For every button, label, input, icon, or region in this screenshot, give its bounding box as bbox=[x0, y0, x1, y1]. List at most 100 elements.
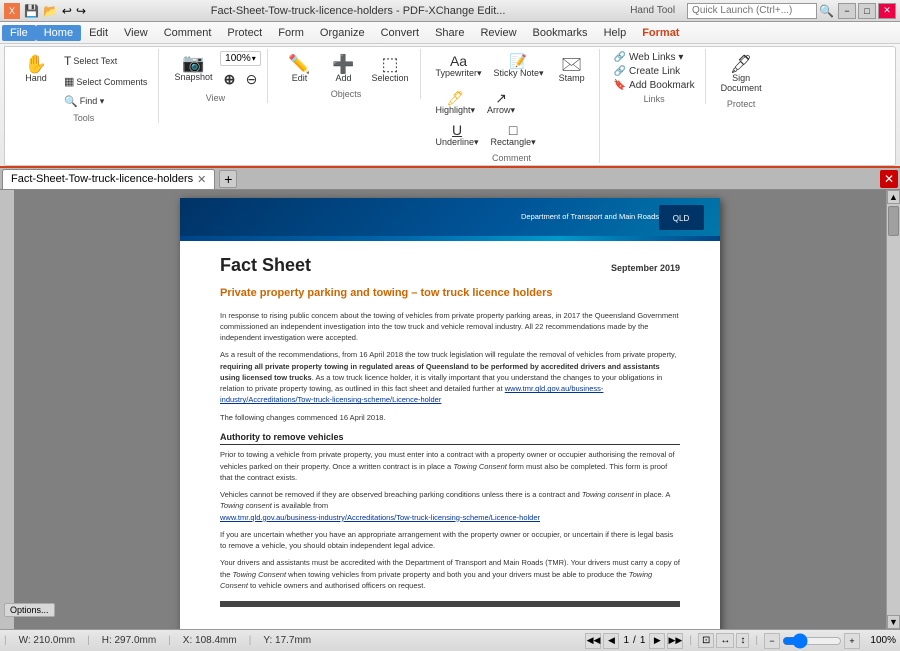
add-label: Add bbox=[335, 73, 351, 83]
new-tab-button[interactable]: + bbox=[219, 170, 237, 188]
pdf-para5c-text: in place. A bbox=[634, 490, 670, 499]
menu-bookmarks[interactable]: Bookmarks bbox=[525, 25, 596, 41]
doc-tab[interactable]: Fact-Sheet-Tow-truck-licence-holders ✕ bbox=[2, 169, 215, 189]
ribbon-group-tools: ✋ Hand T Select Text ▦ Select Comments 🔍… bbox=[9, 49, 159, 123]
doc-tab-close-button[interactable]: ✕ bbox=[197, 173, 206, 186]
page-navigation: ◀◀ ◀ 1 / 1 ▶ ▶▶ | ⊡ ↔ ↕ | − + 100% bbox=[585, 633, 896, 649]
hand-tool-button[interactable]: ✋ Hand bbox=[15, 51, 57, 111]
save-icon[interactable]: 💾 bbox=[24, 4, 39, 18]
snapshot-button[interactable]: 📷 Snapshot bbox=[169, 51, 217, 91]
status-bar: Options... | W: 210.0mm | H: 297.0mm | X… bbox=[0, 629, 900, 651]
menu-home[interactable]: Home bbox=[36, 25, 81, 41]
zoom-in-ribbon-button[interactable]: ⊕ bbox=[219, 68, 239, 91]
sign-document-label: SignDocument bbox=[721, 73, 762, 93]
highlight-button[interactable]: 🖊 Highlight▾ bbox=[431, 88, 481, 119]
scroll-thumb[interactable] bbox=[888, 206, 899, 236]
web-links-button[interactable]: 🔗 Web Links ▾ bbox=[610, 51, 699, 64]
zoom-out-button[interactable]: − bbox=[764, 633, 780, 649]
edit-icon: ✏️ bbox=[288, 55, 310, 73]
menu-organize[interactable]: Organize bbox=[312, 25, 373, 41]
title-bar: X 💾 📂 ↩ ↪ Fact-Sheet-Tow-truck-licence-h… bbox=[0, 0, 900, 22]
arrow-button[interactable]: ↗ Arrow▾ bbox=[482, 88, 520, 119]
undo-icon[interactable]: ↩ bbox=[62, 4, 72, 18]
pdf-section1-title: Authority to remove vehicles bbox=[220, 431, 680, 446]
nav-first-button[interactable]: ◀◀ bbox=[585, 633, 601, 649]
zoom-in-button[interactable]: + bbox=[844, 633, 860, 649]
window-title: Fact-Sheet-Tow-truck-licence-holders - P… bbox=[86, 5, 630, 17]
redo-icon[interactable]: ↪ bbox=[76, 4, 86, 18]
scroll-up-button[interactable]: ▲ bbox=[887, 190, 900, 204]
add-button[interactable]: ➕ Add bbox=[322, 51, 364, 87]
ribbon-group-protect: 🖋 SignDocument Protect bbox=[710, 49, 773, 109]
menu-file[interactable]: File bbox=[2, 25, 36, 41]
sticky-note-button[interactable]: 📝 Sticky Note▾ bbox=[489, 51, 549, 87]
comment-buttons: Aa Typewriter▾ 📝 Sticky Note▾ 🖂 Stamp 🖊 bbox=[431, 51, 593, 151]
fit-width-icon[interactable]: ↔ bbox=[716, 633, 734, 648]
window-controls: − □ ✕ bbox=[838, 3, 896, 19]
menu-protect[interactable]: Protect bbox=[219, 25, 270, 41]
nav-next-button[interactable]: ▶ bbox=[649, 633, 665, 649]
height-status: H: 297.0mm bbox=[98, 634, 160, 647]
search-icon[interactable]: 🔍 bbox=[819, 4, 834, 18]
scrollbar-right[interactable]: ▲ ▼ bbox=[886, 190, 900, 629]
menu-edit[interactable]: Edit bbox=[81, 25, 116, 41]
app-icon: X bbox=[4, 3, 20, 19]
pdf-link2[interactable]: www.tmr.qld.gov.au/business-industry/Acc… bbox=[220, 513, 540, 522]
pdf-para5: Vehicles cannot be removed if they are o… bbox=[220, 489, 680, 523]
select-comments-button[interactable]: ▦ Select Comments bbox=[59, 72, 152, 91]
find-button[interactable]: 🔍 Find ▾ bbox=[59, 92, 152, 111]
open-icon[interactable]: 📂 bbox=[43, 4, 58, 18]
scroll-track[interactable] bbox=[887, 204, 900, 615]
typewriter-button[interactable]: Aa Typewriter▾ bbox=[431, 51, 487, 87]
quick-launch-input[interactable] bbox=[692, 5, 812, 16]
menu-review[interactable]: Review bbox=[472, 25, 524, 41]
add-bookmark-button[interactable]: 🔖 Add Bookmark bbox=[610, 79, 699, 92]
menu-form[interactable]: Form bbox=[270, 25, 312, 41]
create-link-icon: 🔗 bbox=[614, 66, 626, 77]
menu-format[interactable]: Format bbox=[634, 25, 687, 41]
menu-view[interactable]: View bbox=[116, 25, 156, 41]
snapshot-label: Snapshot bbox=[174, 72, 212, 82]
pdf-viewport[interactable]: Department of Transport and Main Roads Q… bbox=[14, 190, 886, 629]
pdf-para2-text: As a result of the recommendations, from… bbox=[220, 350, 676, 359]
pdf-para2: As a result of the recommendations, from… bbox=[220, 349, 680, 405]
highlight-icon: 🖊 bbox=[446, 91, 464, 105]
tools-buttons: ✋ Hand T Select Text ▦ Select Comments 🔍… bbox=[15, 51, 152, 111]
sign-document-icon: 🖋 bbox=[730, 55, 753, 73]
sign-document-button[interactable]: 🖋 SignDocument bbox=[716, 51, 767, 97]
stamp-button[interactable]: 🖂 Stamp bbox=[551, 51, 593, 87]
pdf-fact-sheet-title: Fact Sheet bbox=[220, 253, 311, 278]
options-button[interactable]: Options... bbox=[4, 603, 55, 617]
minimize-button[interactable]: − bbox=[838, 3, 856, 19]
close-button[interactable]: ✕ bbox=[878, 3, 896, 19]
maximize-button[interactable]: □ bbox=[858, 3, 876, 19]
nav-last-button[interactable]: ▶▶ bbox=[667, 633, 683, 649]
pdf-para7c-text: when towing vehicles from private proper… bbox=[286, 570, 629, 579]
objects-buttons: ✏️ Edit ➕ Add ⬚ Selection bbox=[278, 51, 413, 87]
zoom-slider[interactable] bbox=[782, 635, 842, 647]
fit-height-icon[interactable]: ↕ bbox=[736, 633, 749, 648]
scroll-down-button[interactable]: ▼ bbox=[887, 615, 900, 629]
zoom-out-icon: ⊖ bbox=[246, 71, 258, 88]
ribbon-group-links: 🔗 Web Links ▾ 🔗 Create Link 🔖 Add Bookma… bbox=[604, 49, 706, 104]
menu-help[interactable]: Help bbox=[596, 25, 635, 41]
underline-button[interactable]: U Underline▾ bbox=[431, 120, 484, 151]
create-link-button[interactable]: 🔗 Create Link bbox=[610, 65, 699, 78]
select-text-button[interactable]: T Select Text bbox=[59, 51, 152, 71]
zoom-select[interactable]: 100% ▾ bbox=[220, 51, 261, 66]
pdf-page: Department of Transport and Main Roads Q… bbox=[180, 198, 720, 629]
menu-share[interactable]: Share bbox=[427, 25, 472, 41]
menu-convert[interactable]: Convert bbox=[373, 25, 428, 41]
fit-page-icon[interactable]: ⊡ bbox=[698, 633, 714, 648]
selection-button[interactable]: ⬚ Selection bbox=[366, 51, 413, 87]
edit-button[interactable]: ✏️ Edit bbox=[278, 51, 320, 87]
menu-comment[interactable]: Comment bbox=[156, 25, 220, 41]
status-sep3: | bbox=[168, 635, 171, 646]
rectangle-button[interactable]: □ Rectangle▾ bbox=[486, 120, 541, 151]
quick-launch-search[interactable] bbox=[687, 3, 817, 19]
web-links-icon: 🔗 bbox=[614, 52, 626, 63]
nav-prev-button[interactable]: ◀ bbox=[603, 633, 619, 649]
zoom-out-ribbon-button[interactable]: ⊖ bbox=[241, 68, 261, 91]
close-all-button[interactable]: ✕ bbox=[880, 170, 898, 188]
view-buttons: 📷 Snapshot 100% ▾ ⊕ ⊖ bbox=[169, 51, 261, 91]
